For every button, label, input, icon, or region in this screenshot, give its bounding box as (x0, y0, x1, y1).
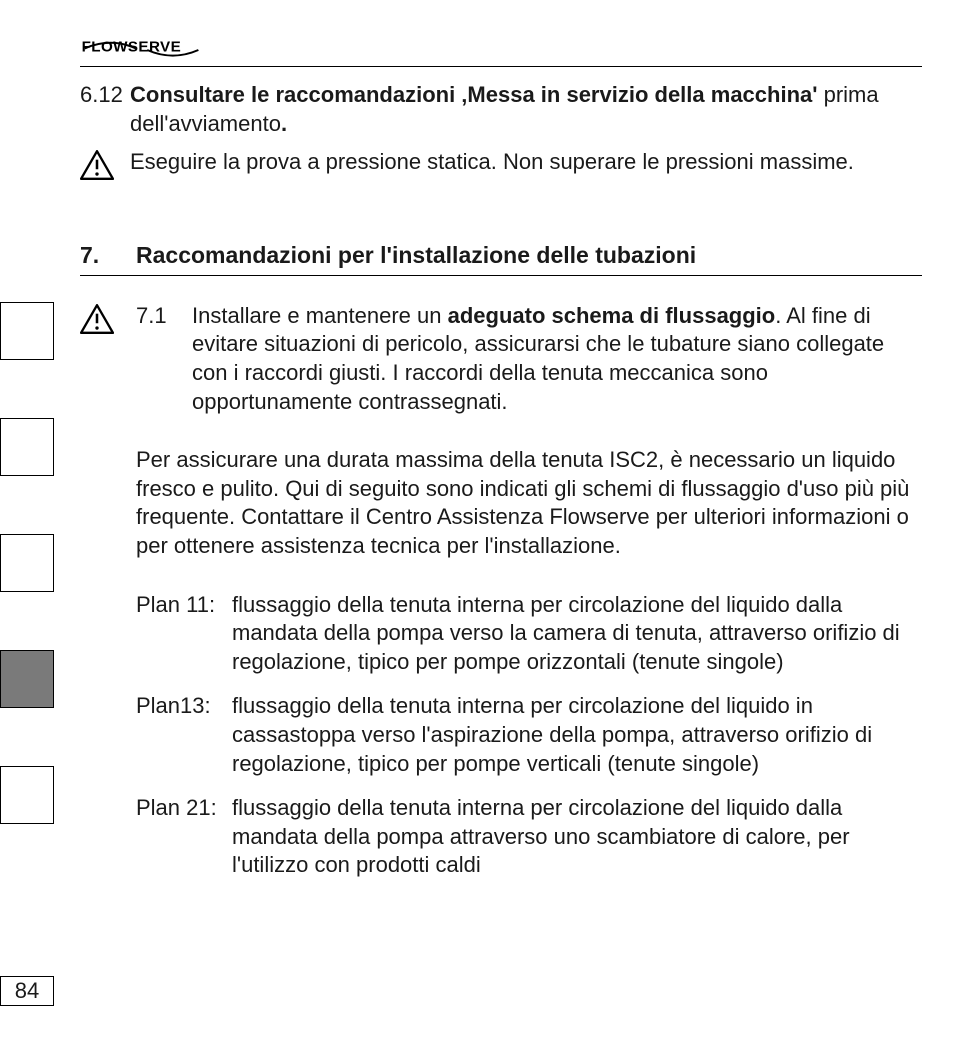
section-7-heading: 7. Raccomandazioni per l'installazione d… (80, 242, 922, 276)
side-tab-5 (0, 766, 54, 824)
plan-label: Plan 21: (136, 794, 232, 880)
side-tab-1 (0, 302, 54, 360)
side-tabs (0, 302, 54, 882)
section-7-1-bold: adeguato schema di flussaggio (448, 303, 776, 328)
svg-text:FLOWSERVE: FLOWSERVE (82, 39, 182, 56)
section-7-1-lead: Installare e mantenere un (192, 303, 448, 328)
section-6-12-number: 6.12 (80, 81, 130, 138)
page-number-badge: 84 (0, 976, 54, 1006)
warning-6-12: Eseguire la prova a pressione statica. N… (80, 148, 922, 188)
section-6-12-period: . (281, 111, 287, 136)
plan-text: flussaggio della tenuta interna per circ… (232, 591, 922, 677)
section-7-1: 7.1 Installare e mantenere un adeguato s… (80, 302, 922, 416)
page-number: 84 (15, 978, 39, 1004)
plan-label: Plan 11: (136, 591, 232, 677)
plan-item: Plan13: flussaggio della tenuta interna … (136, 692, 922, 778)
section-7-number: 7. (80, 242, 136, 269)
warning-icon-cell (80, 148, 130, 188)
section-7-paragraph: Per assicurare una durata massima della … (136, 446, 922, 560)
section-7-title: Raccomandazioni per l'installazione dell… (136, 242, 696, 269)
warning-icon (80, 160, 114, 185)
plan-label: Plan13: (136, 692, 232, 778)
plan-item: Plan 11: flussaggio della tenuta interna… (136, 591, 922, 677)
section-6-12-bold: Consultare le raccomandazioni ‚Messa in … (130, 82, 817, 107)
header-divider (80, 66, 922, 67)
side-tab-4-active (0, 650, 54, 708)
section-6-12: 6.12 Consultare le raccomandazioni ‚Mess… (80, 81, 922, 138)
section-7-1-warning-icon-cell (80, 302, 136, 416)
warning-6-12-text: Eseguire la prova a pressione statica. N… (130, 148, 922, 188)
side-tab-2 (0, 418, 54, 476)
plan-item: Plan 21: flussaggio della tenuta interna… (136, 794, 922, 880)
side-tab-3 (0, 534, 54, 592)
plan-text: flussaggio della tenuta interna per circ… (232, 794, 922, 880)
section-7: 7. Raccomandazioni per l'installazione d… (80, 242, 922, 880)
page: 84 FLOWSERVE 6.12 Consultare le raccoman… (0, 0, 954, 1042)
plan-text: flussaggio della tenuta interna per circ… (232, 692, 922, 778)
warning-icon (80, 314, 114, 339)
section-6-12-text: Consultare le raccomandazioni ‚Messa in … (130, 81, 922, 138)
brand-logo: FLOWSERVE (80, 30, 922, 62)
section-7-1-number: 7.1 (136, 302, 192, 416)
content-area: FLOWSERVE 6.12 Consultare le raccomandaz… (80, 30, 922, 1042)
section-7-1-body: 7.1 Installare e mantenere un adeguato s… (136, 302, 922, 416)
plans-list: Plan 11: flussaggio della tenuta interna… (136, 591, 922, 880)
section-7-1-text: Installare e mantenere un adeguato schem… (192, 302, 922, 416)
